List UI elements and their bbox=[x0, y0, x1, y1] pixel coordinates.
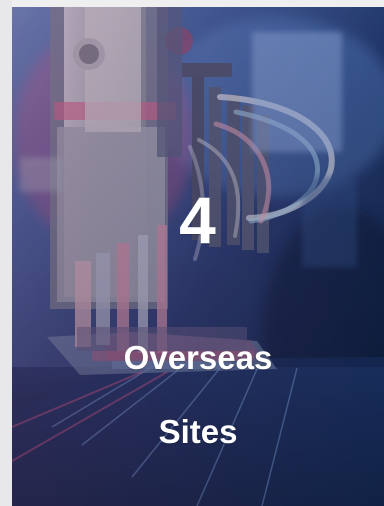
top-strip bbox=[0, 0, 384, 7]
stat-number: 4 bbox=[179, 183, 217, 257]
stat-label: Overseas Sites bbox=[12, 303, 384, 451]
stat-label-line-1: Overseas bbox=[123, 338, 273, 376]
page: 4 Overseas Sites bbox=[0, 0, 384, 506]
stat-label-line-2: Sites bbox=[158, 412, 238, 450]
left-strip bbox=[0, 0, 12, 506]
stat-card-overseas-sites: 4 Overseas Sites bbox=[12, 7, 384, 506]
